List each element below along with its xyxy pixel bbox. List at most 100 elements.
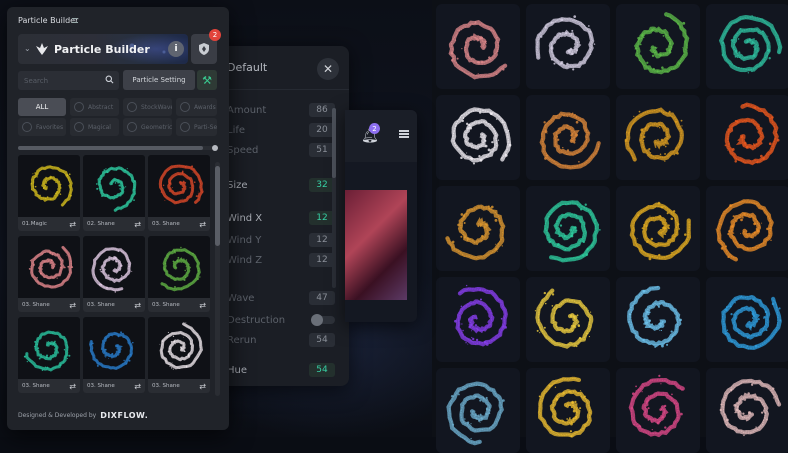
gallery-tile[interactable]	[706, 4, 788, 89]
gallery-tile[interactable]	[436, 95, 520, 180]
swap-icon[interactable]: ⇄	[199, 220, 206, 229]
settings-scrollbar[interactable]	[332, 108, 336, 288]
particle-card[interactable]: 03. Shane ⇄	[148, 155, 210, 231]
gallery-tile[interactable]	[526, 368, 610, 453]
card-footer: 03. Shane ⇄	[83, 379, 145, 393]
gallery-tile[interactable]	[526, 186, 610, 271]
gallery-tile[interactable]	[706, 95, 788, 180]
particle-spiral-graphic	[628, 374, 686, 438]
setting-value-field[interactable]: 54	[309, 333, 335, 347]
category-geometric[interactable]: Geometric	[123, 118, 172, 136]
scrollbar-handle[interactable]	[212, 145, 218, 151]
particle-card[interactable]: 03. Shane ⇄	[18, 317, 80, 393]
particle-spiral-graphic	[543, 200, 601, 263]
gallery-tile[interactable]	[706, 186, 788, 271]
card-label: 03. Shane	[22, 383, 50, 389]
category-awards[interactable]: Awards	[176, 98, 217, 116]
category-abstract[interactable]: Abstract	[70, 98, 119, 116]
particle-gallery	[432, 0, 788, 453]
category-all[interactable]: ALL	[18, 98, 66, 116]
scrollbar-thumb[interactable]	[18, 146, 203, 150]
menu-icon[interactable]	[399, 130, 409, 138]
search-icon[interactable]	[105, 75, 114, 84]
particle-card[interactable]: 01.Magic ⇄	[18, 155, 80, 231]
tools-icon[interactable]: ⚒	[197, 70, 217, 90]
gallery-tile[interactable]	[706, 368, 788, 453]
gallery-tile[interactable]	[616, 277, 700, 362]
card-footer: 03. Shane ⇄	[148, 298, 210, 312]
swap-icon[interactable]: ⇄	[69, 382, 76, 391]
card-footer: 03. Shane ⇄	[18, 298, 80, 312]
shield-icon	[199, 43, 209, 55]
grid-scrollbar[interactable]	[215, 162, 220, 396]
category-stockwave[interactable]: StockWave	[123, 98, 172, 116]
particle-spiral-graphic	[534, 288, 594, 349]
category-scrollbar[interactable]	[18, 145, 218, 151]
particle-card[interactable]: 03. Shane ⇄	[148, 317, 210, 393]
gallery-tile[interactable]	[616, 368, 700, 453]
plugin-header[interactable]: ⌄ Particle Builder i	[18, 34, 188, 64]
category-parti-sea[interactable]: Parti-Sea	[176, 118, 217, 136]
setting-value-field[interactable]: 54	[309, 363, 335, 377]
gallery-tile[interactable]	[526, 4, 610, 89]
shield-button[interactable]: 2	[191, 29, 221, 64]
gallery-tile[interactable]	[436, 277, 520, 362]
gallery-tile[interactable]	[526, 95, 610, 180]
particle-card[interactable]: 03. Shane ⇄	[83, 236, 145, 312]
swap-icon[interactable]: ⇄	[134, 382, 141, 391]
gallery-tile[interactable]	[616, 186, 700, 271]
swap-icon[interactable]: ⇄	[199, 301, 206, 310]
credit-text: Designed & Developed by	[18, 412, 97, 419]
particle-card[interactable]: 03. Shane ⇄	[148, 236, 210, 312]
swap-icon[interactable]: ⇄	[69, 301, 76, 310]
gallery-tile[interactable]	[436, 186, 520, 271]
swap-icon[interactable]: ⇄	[134, 220, 141, 229]
gallery-tile[interactable]	[616, 4, 700, 89]
category-label: ALL	[35, 103, 49, 111]
info-icon[interactable]: i	[168, 41, 184, 57]
chevron-down-icon[interactable]: ⌄	[24, 44, 31, 53]
particle-thumbnail[interactable]	[83, 317, 145, 379]
particle-thumbnail[interactable]	[148, 155, 210, 217]
search-input[interactable]	[18, 71, 103, 90]
particle-thumbnail[interactable]	[18, 155, 80, 217]
abstract-icon	[74, 102, 84, 112]
gallery-tile[interactable]	[436, 368, 520, 453]
plugin-name: Particle Builder	[54, 43, 150, 56]
particle-spiral-graphic	[537, 376, 593, 438]
particle-spiral-graphic	[454, 284, 508, 347]
destruction-toggle[interactable]	[311, 314, 335, 326]
swap-icon[interactable]: ⇄	[134, 301, 141, 310]
gallery-tile[interactable]	[706, 277, 788, 362]
gallery-tile[interactable]	[616, 95, 700, 180]
gallery-tile[interactable]	[526, 277, 610, 362]
particle-spiral-graphic	[450, 107, 512, 165]
particle-spiral-graphic	[159, 322, 204, 370]
category-label: Geometric	[141, 123, 172, 131]
panel-menu-icon[interactable]	[72, 18, 78, 23]
particle-thumbnail[interactable]	[83, 236, 145, 298]
particle-spiral-graphic	[633, 12, 690, 75]
brand-logo: DIXFLOW.	[100, 411, 149, 420]
setting-value-field[interactable]: 47	[309, 291, 335, 305]
particle-thumbnail[interactable]	[148, 236, 210, 298]
swap-icon[interactable]: ⇄	[199, 382, 206, 391]
gallery-tile[interactable]	[436, 4, 520, 89]
particle-spiral-graphic	[627, 285, 682, 348]
particle-spiral-graphic	[446, 381, 505, 446]
card-footer: 01.Magic ⇄	[18, 217, 80, 231]
particle-thumbnail[interactable]	[18, 236, 80, 298]
particle-spiral-graphic	[28, 245, 74, 289]
particle-spiral-graphic	[448, 19, 508, 80]
particle-thumbnail[interactable]	[83, 155, 145, 217]
category-magical[interactable]: Magical	[70, 118, 119, 136]
particle-thumbnail[interactable]	[148, 317, 210, 379]
particle-card[interactable]: 03. Shane ⇄	[83, 317, 145, 393]
particle-thumbnail[interactable]	[18, 317, 80, 379]
close-icon[interactable]: ✕	[317, 58, 339, 80]
particle-card[interactable]: 03. Shane ⇄	[18, 236, 80, 312]
particle-card[interactable]: 02. Shane ⇄	[83, 155, 145, 231]
swap-icon[interactable]: ⇄	[69, 220, 76, 229]
category-favorites[interactable]: Favorites	[18, 118, 66, 136]
particle-setting-button[interactable]: Particle Setting	[123, 70, 195, 90]
